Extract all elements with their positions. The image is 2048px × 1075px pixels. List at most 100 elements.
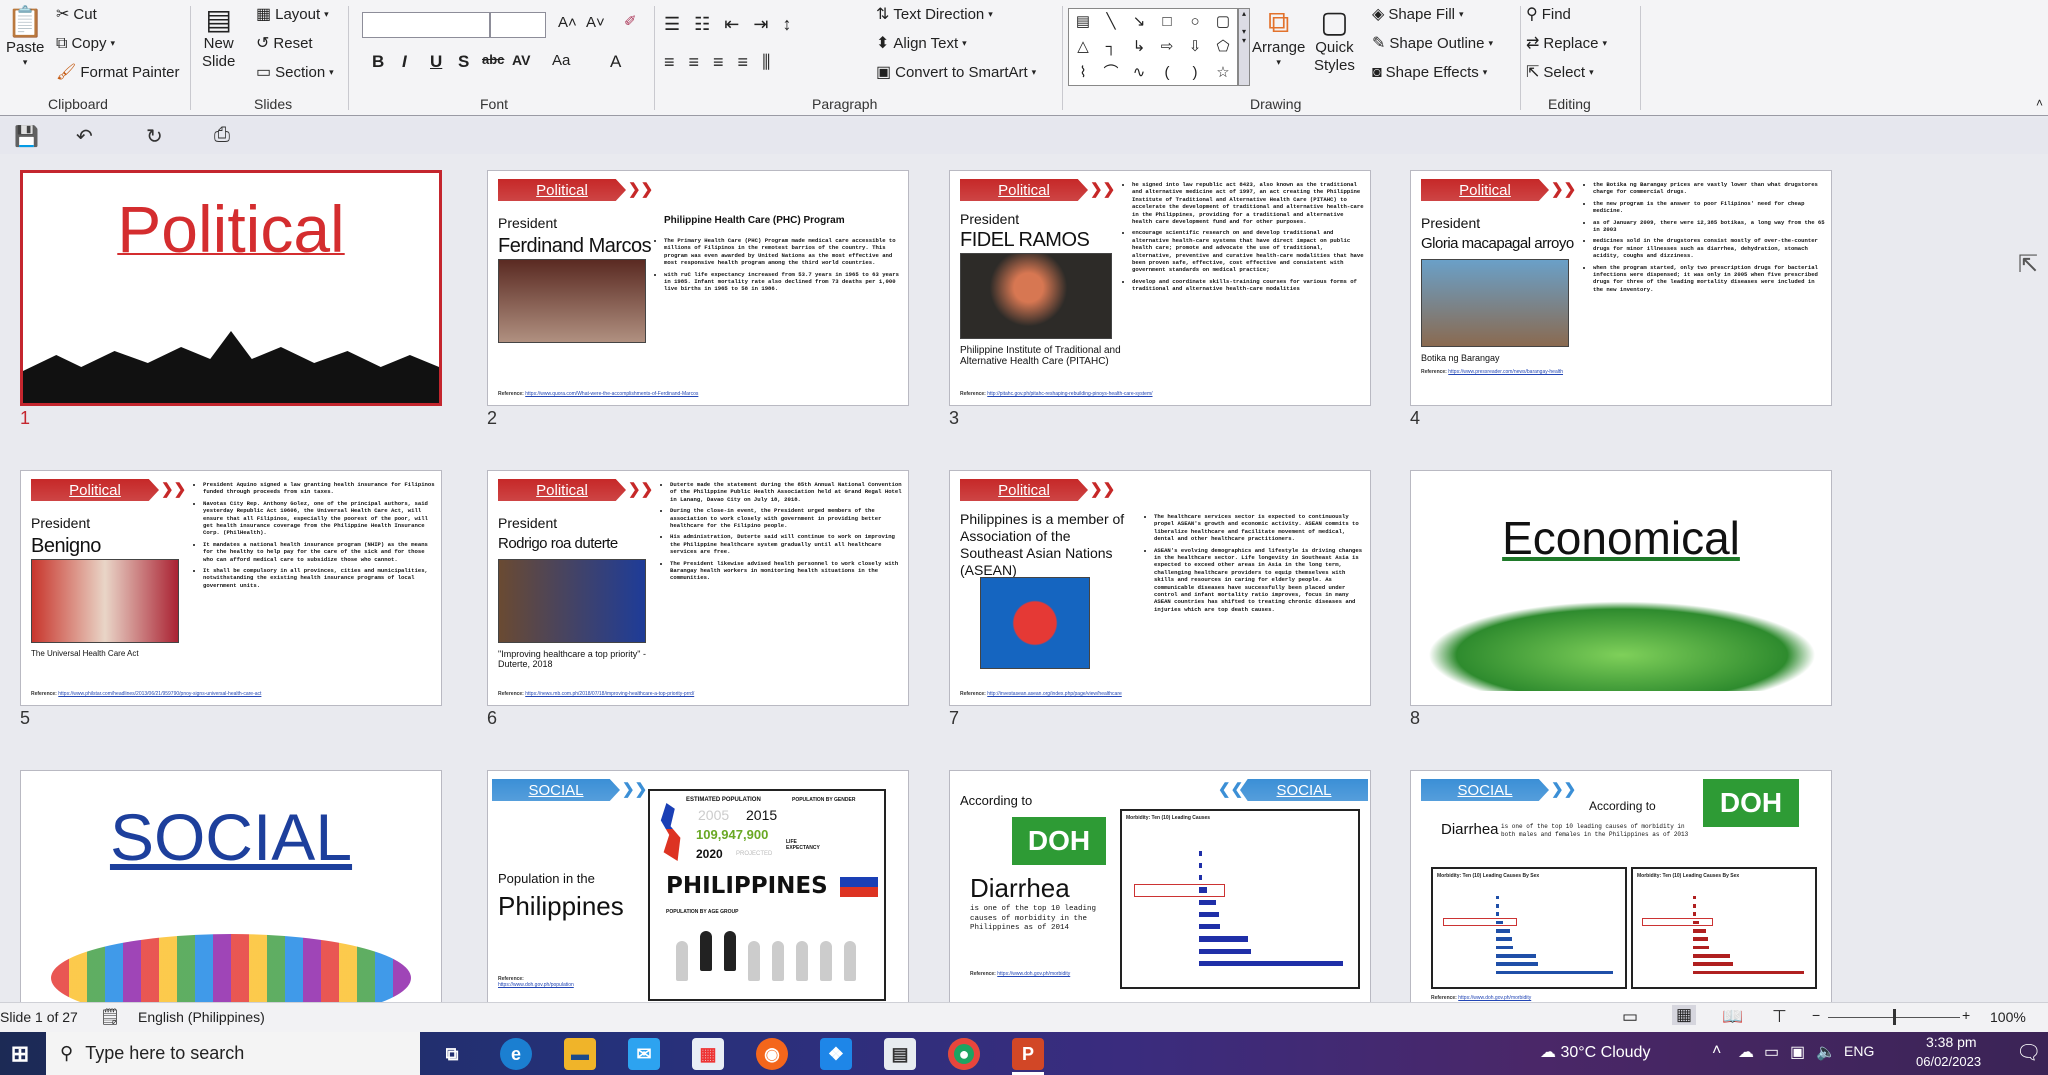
paste-button[interactable]: 📋 Paste ▾ <box>6 8 44 67</box>
slide-thumbnail-10[interactable]: SOCIAL ❯❯ Population in the Philippines Refe… <box>487 770 909 1002</box>
decrease-indent-icon[interactable]: ⇤ <box>724 14 739 35</box>
grow-font-button[interactable]: A˄ <box>558 14 577 31</box>
shape-option[interactable]: ⇩ <box>1181 34 1209 59</box>
slideshow-view-icon[interactable]: ⊤ <box>1772 1007 1787 1027</box>
display-icon[interactable]: ▣ <box>1790 1042 1805 1062</box>
character-spacing-button[interactable]: AV <box>512 52 530 68</box>
onedrive-icon[interactable]: ☁ <box>1738 1042 1754 1062</box>
layout-button[interactable]: ▦ Layout ▾ <box>256 6 329 23</box>
zoom-out-button[interactable]: − <box>1812 1007 1820 1023</box>
slide-thumbnail-1[interactable]: Political <box>20 170 442 406</box>
shape-option[interactable]: ⇨ <box>1153 34 1181 59</box>
reference-link[interactable]: https://www.doh.gov.ph/morbidity <box>1458 995 1531 1001</box>
reference-link[interactable]: https://www.quora.com/What-were-the-acco… <box>525 391 698 397</box>
new-slide-button[interactable]: ▤ New Slide <box>202 6 235 70</box>
shape-option[interactable]: ⌒ <box>1097 60 1125 85</box>
shape-fill-button[interactable]: ◈ Shape Fill ▾ <box>1372 6 1464 23</box>
normal-view-icon[interactable]: ▭ <box>1622 1007 1638 1027</box>
file-explorer-icon[interactable]: ▬ <box>564 1038 596 1070</box>
columns-icon[interactable]: ⫼ <box>762 52 770 73</box>
reference-link[interactable]: http://pitahc.gov.ph/pitahc-reshaping-re… <box>987 391 1152 397</box>
slide-thumbnail-11[interactable]: SOCIAL ❮❮ According to DOH Diarrhea is one of… <box>949 770 1371 1002</box>
align-text-button[interactable]: ⬍ Align Text ▾ <box>876 35 967 52</box>
undo-icon[interactable]: ↶ <box>76 124 93 149</box>
section-button[interactable]: ▭ Section ▾ <box>256 64 334 81</box>
align-right-icon[interactable]: ≡ <box>713 52 724 73</box>
align-center-icon[interactable]: ≡ <box>689 52 700 73</box>
slide-thumbnail-2[interactable]: Political ❯❯ President Ferdinand Marcos Phil… <box>487 170 909 406</box>
increase-indent-icon[interactable]: ⇥ <box>753 14 768 35</box>
shape-option[interactable]: ○ <box>1181 9 1209 34</box>
change-case-button[interactable]: Aa <box>552 52 570 69</box>
clock-time[interactable]: 3:38 pm <box>1926 1034 1977 1050</box>
shape-option[interactable]: ↘ <box>1125 9 1153 34</box>
convert-smartart-button[interactable]: ▣ Convert to SmartArt ▾ <box>876 64 1036 81</box>
shape-option[interactable]: ⬠ <box>1209 34 1237 59</box>
shape-outline-button[interactable]: ✎ Shape Outline ▾ <box>1372 35 1493 52</box>
windows-start-icon[interactable]: ⊞ <box>4 1038 36 1070</box>
line-spacing-icon[interactable]: ↕ <box>782 14 791 35</box>
save-icon[interactable]: 💾 <box>14 124 39 149</box>
zoom-slider-thumb[interactable] <box>1893 1009 1896 1025</box>
mail-icon[interactable]: ✉ <box>628 1038 660 1070</box>
align-buttons[interactable]: ≡ ≡ ≡ ≡ ⫼ <box>664 52 770 73</box>
bold-button[interactable]: B <box>372 52 384 72</box>
shape-option[interactable]: ) <box>1181 60 1209 85</box>
show-hidden-icons[interactable]: ˄ <box>1712 1042 1721 1060</box>
weather-widget[interactable]: ☁ 30°C Cloudy <box>1540 1042 1650 1062</box>
slide-thumbnail-4[interactable]: Political ❯❯ President Gloria macapagal arr… <box>1410 170 1832 406</box>
shape-option[interactable]: ⌇ <box>1069 60 1097 85</box>
reference-link[interactable]: https://www.doh.gov.ph/population <box>498 982 574 988</box>
network-icon[interactable]: ▭ <box>1764 1042 1779 1062</box>
list-buttons[interactable]: ☰ ☷ ⇤ ⇥ ↕ <box>664 14 791 35</box>
notifications-icon[interactable]: 🗨 <box>2016 1040 2041 1065</box>
reading-view-icon[interactable]: 📖 <box>1722 1007 1743 1027</box>
bullets-icon[interactable]: ☰ <box>664 14 680 35</box>
reference-link[interactable]: https://www.doh.gov.ph/morbidity <box>997 971 1070 977</box>
numbering-icon[interactable]: ☷ <box>694 14 710 35</box>
slide-sorter-view-icon[interactable]: ▦ <box>1672 1005 1697 1025</box>
slide-thumbnail-8[interactable]: Economical <box>1410 470 1832 706</box>
shape-option[interactable]: ☆ <box>1209 60 1237 85</box>
strikethrough-button[interactable]: abc <box>482 52 504 67</box>
zoom-level[interactable]: 100% <box>1990 1009 2026 1025</box>
clear-formatting-icon[interactable]: ✐ <box>624 12 637 30</box>
shape-option[interactable]: ( <box>1153 60 1181 85</box>
select-button[interactable]: ⇱ Select ▾ <box>1526 64 1594 81</box>
shape-effects-button[interactable]: ◙ Shape Effects ▾ <box>1372 64 1487 81</box>
redo-icon[interactable]: ↻ <box>146 124 163 149</box>
slide-thumbnail-7[interactable]: Political ❯❯ Philippines is a member of As… <box>949 470 1371 706</box>
quick-styles-button[interactable]: ▢ Quick Styles <box>1314 8 1355 74</box>
copy-button[interactable]: ⧉ Copy ▾ <box>56 35 115 52</box>
store-icon[interactable]: ▦ <box>692 1038 724 1070</box>
shape-option[interactable]: ↳ <box>1125 34 1153 59</box>
shape-option[interactable]: ∿ <box>1125 60 1153 85</box>
slide-thumbnail-5[interactable]: Political ❯❯ President Benigno The Universal… <box>20 470 442 706</box>
shadow-button[interactable]: S <box>458 52 469 72</box>
font-color-button[interactable]: A <box>610 52 621 72</box>
powerpoint-icon[interactable]: P <box>1012 1038 1044 1070</box>
shape-option[interactable]: ▢ <box>1209 9 1237 34</box>
reference-link[interactable]: https://news.mb.com.ph/2018/07/18/improv… <box>525 691 694 697</box>
font-size-combo[interactable] <box>490 12 546 38</box>
align-left-icon[interactable]: ≡ <box>664 52 675 73</box>
firefox-icon[interactable]: ◉ <box>756 1038 788 1070</box>
dropbox-icon[interactable]: ❖ <box>820 1038 852 1070</box>
zoom-in-button[interactable]: + <box>1962 1007 1970 1023</box>
reference-link[interactable]: https://www.pressreader.com/news/baranga… <box>1448 369 1563 375</box>
taskbar-search-box[interactable]: ⚲ Type here to search <box>46 1032 420 1075</box>
start-slideshow-icon[interactable]: ⎙ <box>214 124 230 147</box>
shape-option[interactable]: □ <box>1153 9 1181 34</box>
shrink-font-button[interactable]: A˅ <box>586 14 605 31</box>
reset-button[interactable]: ↺ Reset <box>256 35 313 52</box>
text-direction-button[interactable]: ⇅ Text Direction ▾ <box>876 6 993 23</box>
underline-button[interactable]: U <box>430 52 442 72</box>
font-name-combo[interactable] <box>362 12 490 38</box>
reference-link[interactable]: http://investasean.asean.org/index.php/p… <box>987 691 1122 697</box>
volume-icon[interactable]: 🔈 <box>1816 1042 1836 1062</box>
reference-link[interactable]: https://www.philstar.com/headlines/2013/… <box>58 691 261 697</box>
shape-option[interactable]: ▤ <box>1069 9 1097 34</box>
shapes-gallery[interactable]: ▤ ╲ ↘ □ ○ ▢ △ ┐ ↳ ⇨ ⇩ ⬠ ⌇ ⌒ ∿() ☆ <box>1068 8 1238 86</box>
spellcheck-icon[interactable]: 🗒 <box>100 1007 120 1027</box>
chrome-icon[interactable]: ● <box>948 1038 980 1070</box>
